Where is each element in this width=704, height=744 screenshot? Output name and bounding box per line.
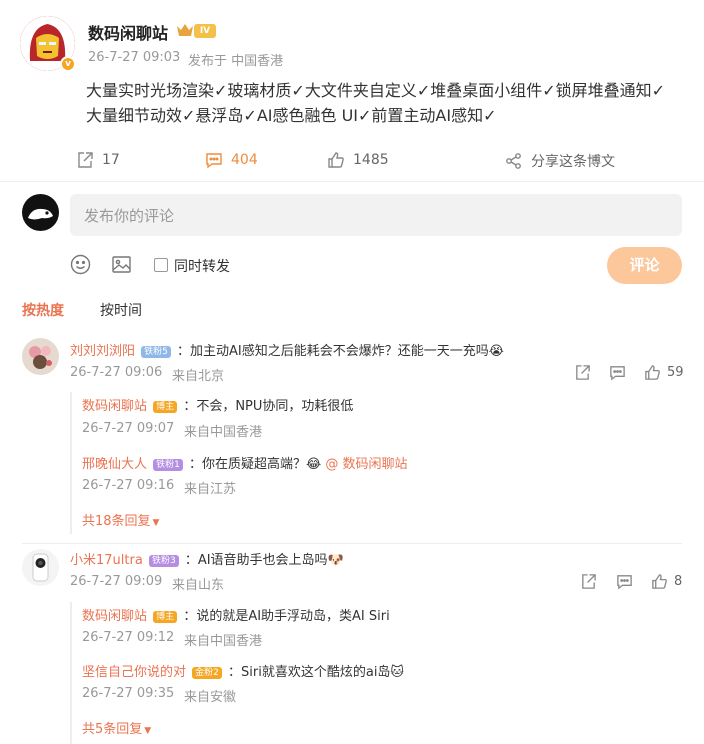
reply-line: 邢晚仙大人 铁粉1 ：你在质疑超高端？😂 @ 数码闲聊站	[82, 453, 408, 472]
thumbs-up-icon	[645, 365, 660, 380]
tab-time[interactable]: 按时间	[100, 300, 142, 320]
reply-username[interactable]: 坚信自己你说的对	[82, 665, 186, 680]
reply-username[interactable]: 数码闲聊站	[82, 399, 147, 414]
reply-line: 坚信自己你说的对 金粉2 ：Siri就喜欢这个酷炫的ai岛🐱	[82, 661, 404, 680]
comment-line: 刘刘刘浏阳 铁粉5 ：加主动AI感知之后能耗会不会爆炸？还能一天一充吗😭	[70, 340, 504, 359]
post-author-name[interactable]: 数码闲聊站	[88, 20, 168, 44]
reply-time: 26-7-27 09:35	[82, 686, 175, 701]
like-count: 1485	[353, 152, 389, 168]
more-replies-label: 共18条回复	[82, 514, 151, 529]
reply-text: ：你在质疑超高端？😂	[189, 457, 326, 472]
reply-comment-icon[interactable]	[609, 364, 626, 385]
thumbs-up-icon	[328, 152, 344, 168]
comment-like-count: 8	[674, 574, 683, 589]
reply-username[interactable]: 数码闲聊站	[82, 609, 147, 624]
comment-count: 404	[231, 152, 258, 168]
reply-username[interactable]: 邢晚仙大人	[82, 457, 147, 472]
share-button[interactable]: 分享这条博文	[505, 151, 615, 171]
submit-comment-button[interactable]: 评论	[607, 247, 682, 284]
share-label: 分享这条博文	[531, 154, 615, 170]
fan-badge: 铁粉1	[153, 459, 183, 471]
comment-location: 来自山东	[172, 578, 225, 593]
post-text-line-2: 大量细节动效✓悬浮岛✓AI感色融色 UI✓前置主动AI感知✓	[86, 106, 497, 125]
comment-divider	[22, 543, 682, 544]
comment-username[interactable]: 刘刘刘浏阳	[70, 344, 135, 359]
comment-like-button[interactable]: 59	[644, 364, 684, 381]
my-avatar[interactable]	[22, 194, 59, 231]
author-badge: 博主	[153, 401, 178, 413]
author-badge: 博主	[153, 611, 178, 623]
repost-checkbox[interactable]	[154, 258, 168, 272]
reply-time: 26-7-27 09:16	[82, 478, 175, 493]
comment-text: ：AI语音助手也会上岛吗🐶	[184, 553, 344, 568]
repost-count: 17	[102, 152, 120, 168]
reply-location: 来自安徽	[184, 690, 237, 705]
reply-location: 来自江苏	[184, 482, 237, 497]
reply-repost-icon[interactable]	[574, 364, 591, 385]
comment-line: 小米17ultra 铁粉3 ：AI语音助手也会上岛吗🐶	[70, 549, 344, 568]
reply-list: 数码闲聊站 博主 ：不会，NPU协同，功耗很低 26-7-27 09:07 来自…	[70, 392, 690, 534]
repost-button[interactable]: 17	[76, 151, 120, 169]
user-level-badge: IV	[194, 24, 216, 38]
reply-text: ：不会，NPU协同，功耗很低	[183, 399, 354, 414]
like-button[interactable]: 1485	[327, 151, 389, 169]
reply-list: 数码闲聊站 博主 ：说的就是AI助手浮动岛，类AI Siri 26-7-27 0…	[70, 602, 690, 744]
fan-badge: 铁粉5	[141, 346, 171, 358]
comment-time: 26-7-27 09:09	[70, 574, 163, 589]
smile-icon[interactable]	[70, 254, 91, 279]
comment-location: 来自北京	[172, 369, 225, 384]
more-replies-label: 共5条回复	[82, 722, 143, 737]
tab-hot[interactable]: 按热度	[22, 300, 64, 320]
reply-line: 数码闲聊站 博主 ：说的就是AI助手浮动岛，类AI Siri	[82, 605, 390, 624]
commenter-avatar[interactable]	[22, 549, 59, 586]
more-replies-link[interactable]: 共18条回复 ▼	[82, 510, 159, 529]
thumbs-up-icon	[652, 574, 667, 589]
reply-line: 数码闲聊站 博主 ：不会，NPU协同，功耗很低	[82, 395, 353, 414]
reply-repost-icon[interactable]	[580, 573, 597, 594]
comment-input[interactable]: 发布你的评论	[70, 194, 682, 236]
reply-time: 26-7-27 09:07	[82, 421, 175, 436]
more-replies-link[interactable]: 共5条回复 ▼	[82, 718, 151, 737]
commenter-avatar[interactable]	[22, 338, 59, 375]
comment-like-button[interactable]: 8	[651, 573, 682, 590]
image-icon[interactable]	[111, 254, 132, 279]
chevron-down-icon: ▼	[152, 518, 160, 528]
comment-username[interactable]: 小米17ultra	[70, 553, 143, 568]
reply-time: 26-7-27 09:12	[82, 630, 175, 645]
comment-button[interactable]: 404	[205, 151, 258, 169]
fan-badge: 金粉2	[192, 667, 222, 679]
post-divider	[0, 181, 704, 182]
comment-time: 26-7-27 09:06	[70, 365, 163, 380]
verified-icon: v	[60, 56, 76, 72]
comment-text: ：加主动AI感知之后能耗会不会爆炸？还能一天一充吗😭	[177, 344, 504, 359]
post-text-line-1: 大量实时光场渲染✓玻璃材质✓大文件夹自定义✓堆叠桌面小组件✓锁屏堆叠通知✓	[86, 81, 666, 100]
share-icon	[506, 153, 521, 169]
fan-badge: 铁粉3	[148, 555, 179, 567]
reply-comment-icon[interactable]	[616, 573, 633, 594]
reply-location: 来自中国香港	[184, 634, 263, 649]
post-time[interactable]: 26-7-27 09:03	[88, 50, 180, 65]
post-source: 发布于 中国香港	[188, 54, 284, 69]
comment-icon	[206, 153, 222, 169]
reply-text: ：Siri就喜欢这个酷炫的ai岛🐱	[228, 665, 404, 680]
comment-like-count: 59	[667, 365, 684, 380]
post-content: 大量实时光场渲染✓玻璃材质✓大文件夹自定义✓堆叠桌面小组件✓锁屏堆叠通知✓ 大量…	[86, 78, 686, 128]
repost-checkbox-label[interactable]: 同时转发	[174, 256, 230, 276]
reply-mention[interactable]: @ 数码闲聊站	[325, 457, 407, 472]
repost-icon	[78, 152, 93, 168]
chevron-down-icon: ▼	[144, 726, 152, 736]
reply-location: 来自中国香港	[184, 425, 263, 440]
crown-icon	[176, 22, 194, 42]
reply-text: ：说的就是AI助手浮动岛，类AI Siri	[183, 609, 390, 624]
